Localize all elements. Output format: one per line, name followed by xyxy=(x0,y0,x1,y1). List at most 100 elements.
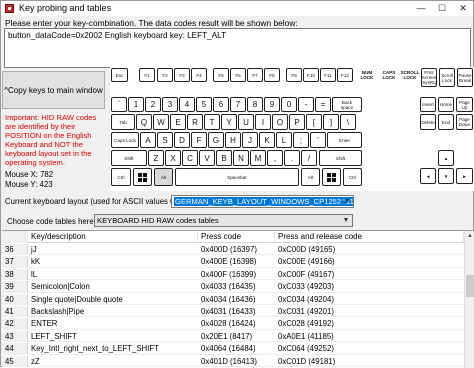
scroll-up-icon[interactable]: ▲ xyxy=(465,231,474,241)
key-row2-10[interactable]: [ xyxy=(306,114,322,130)
key-output-field[interactable]: button_dataCode=0x2002 English keyboard … xyxy=(4,28,471,68)
key-row1-11[interactable]: - xyxy=(298,97,314,112)
key-left-windows[interactable] xyxy=(133,168,152,186)
key-right-ctrl[interactable]: Ctrl xyxy=(343,168,362,186)
key-row2-9[interactable]: P xyxy=(289,114,305,130)
key-insert[interactable]: Insert xyxy=(420,97,436,112)
table-row[interactable]: 39 Semicolon|Colon 0x4033 (16435) 0xC033 (4… xyxy=(2,281,464,293)
key-row1-7[interactable]: 7 xyxy=(230,97,246,112)
key-row1-5[interactable]: 5 xyxy=(196,97,212,112)
key-enter[interactable]: Enter xyxy=(327,132,362,148)
key-row3-4[interactable]: G xyxy=(208,132,224,148)
key-row2-4[interactable]: T xyxy=(204,114,220,130)
key-row3-8[interactable]: L xyxy=(276,132,292,148)
key-row3-6[interactable]: J xyxy=(242,132,258,148)
key-row2-0[interactable]: Q xyxy=(136,114,152,130)
key-page-down[interactable]: Page Down xyxy=(456,114,473,130)
key-row2-12[interactable]: \ xyxy=(340,114,356,130)
key-row1-8[interactable]: 8 xyxy=(247,97,263,112)
key-left-alt[interactable]: Alt xyxy=(154,168,173,186)
key-row2-2[interactable]: E xyxy=(170,114,186,130)
key-row4-9[interactable]: / xyxy=(301,150,317,166)
key-scroll-lock[interactable]: Scroll Lock xyxy=(439,68,455,87)
key-row3-0[interactable]: A xyxy=(140,132,156,148)
key-row1-6[interactable]: 6 xyxy=(213,97,229,112)
key-row1-1[interactable]: 1 xyxy=(128,97,144,112)
table-row[interactable]: 40 Single quote|Double quote 0x4034 (16436… xyxy=(2,293,464,305)
key-row4-6[interactable]: M xyxy=(250,150,266,166)
key-row3-2[interactable]: D xyxy=(174,132,190,148)
key-f6[interactable]: F6 xyxy=(230,68,246,82)
key-left-ctrl[interactable]: Ctrl xyxy=(111,168,131,186)
key-left-shift[interactable]: Shift xyxy=(111,150,147,166)
key-f11[interactable]: F11 xyxy=(320,68,336,82)
key-row3-3[interactable]: F xyxy=(191,132,207,148)
key-row3-10[interactable]: ' xyxy=(310,132,326,148)
key-row4-2[interactable]: C xyxy=(182,150,198,166)
key-backspace[interactable]: Back space xyxy=(332,97,362,112)
key-row4-0[interactable]: Z xyxy=(148,150,164,166)
key-row3-9[interactable]: ; xyxy=(293,132,309,148)
key-arrow-up[interactable]: ▲ xyxy=(438,150,454,166)
key-arrow-right[interactable]: ► xyxy=(456,168,473,184)
key-caps-lock[interactable]: Caps Lock xyxy=(111,132,139,148)
key-f10[interactable]: F10 xyxy=(303,68,319,82)
table-scrollbar[interactable]: ▲ xyxy=(464,231,474,368)
key-row1-9[interactable]: 9 xyxy=(264,97,280,112)
key-row4-7[interactable]: , xyxy=(267,150,283,166)
key-spacebar[interactable]: Spacebar xyxy=(175,168,299,186)
scroll-thumb[interactable] xyxy=(466,275,474,297)
key-row4-3[interactable]: V xyxy=(199,150,215,166)
key-row4-4[interactable]: B xyxy=(216,150,232,166)
key-row1-4[interactable]: 4 xyxy=(179,97,195,112)
table-row[interactable]: 41 Backslash|Pipe 0x4031 (16433) 0xC031 (49… xyxy=(2,306,464,318)
key-f12[interactable]: F12 xyxy=(337,68,353,82)
key-print-screen[interactable]: Print Screen SysRq xyxy=(421,68,437,87)
key-row4-5[interactable]: N xyxy=(233,150,249,166)
key-right-windows[interactable] xyxy=(322,168,341,186)
header-key-description[interactable]: Key/description xyxy=(28,231,198,243)
key-row3-5[interactable]: H xyxy=(225,132,241,148)
table-row[interactable]: 38 lL 0x400F (16399) 0xC00F (49167) xyxy=(2,268,464,281)
key-row2-6[interactable]: U xyxy=(238,114,254,130)
key-arrow-down[interactable]: ▼ xyxy=(438,168,454,184)
key-row3-7[interactable]: K xyxy=(259,132,275,148)
copy-keys-button[interactable]: ^Copy keys to main window xyxy=(2,71,105,109)
key-row2-5[interactable]: Y xyxy=(221,114,237,130)
key-row4-8[interactable]: . xyxy=(284,150,300,166)
key-arrow-left[interactable]: ◄ xyxy=(420,168,436,184)
key-row1-2[interactable]: 2 xyxy=(145,97,161,112)
key-row1-12[interactable]: = xyxy=(315,97,331,112)
close-button[interactable]: ✕ xyxy=(455,1,471,15)
table-row[interactable]: 45 zZ 0x401D (16413) 0xC01D (49181) xyxy=(2,355,464,367)
key-row1-3[interactable]: 3 xyxy=(162,97,178,112)
maximize-button[interactable]: ☐ xyxy=(434,1,450,15)
key-row4-1[interactable]: X xyxy=(165,150,181,166)
header-press-release-code[interactable]: Press and release code xyxy=(275,231,464,243)
key-f2[interactable]: F2 xyxy=(157,68,173,82)
key-right-shift[interactable]: Shift xyxy=(319,150,362,166)
key-row2-8[interactable]: O xyxy=(272,114,288,130)
table-row[interactable]: 44 Key_Intl_right_next_to_LEFT_SHIFT 0x406… xyxy=(2,343,464,355)
key-right-alt[interactable]: Alt xyxy=(301,168,320,186)
key-delete[interactable]: Delete xyxy=(420,114,436,130)
key-f5[interactable]: F5 xyxy=(213,68,229,82)
key-row2-7[interactable]: I xyxy=(255,114,271,130)
key-f7[interactable]: F7 xyxy=(247,68,263,82)
key-row1-0[interactable]: ` xyxy=(111,97,127,112)
table-row[interactable]: 36 jJ 0x400D (16397) 0xC00D (49165) xyxy=(2,244,464,256)
key-pause[interactable]: Pause Break xyxy=(457,68,473,87)
table-row[interactable]: 37 kK 0x400E (16398) 0xC00E (49166) xyxy=(2,256,464,268)
key-row2-1[interactable]: W xyxy=(153,114,169,130)
code-tables-select[interactable]: KEYBOARD HID RAW codes tables ▼ xyxy=(94,214,353,227)
key-row1-10[interactable]: 0 xyxy=(281,97,297,112)
key-esc[interactable]: Esc xyxy=(111,68,128,82)
key-f9[interactable]: F9 xyxy=(286,68,302,82)
key-f1[interactable]: F1 xyxy=(139,68,155,82)
key-end[interactable]: End xyxy=(438,114,454,130)
key-row2-11[interactable]: ] xyxy=(323,114,339,130)
key-row2-3[interactable]: R xyxy=(187,114,203,130)
minimize-button[interactable]: — xyxy=(413,1,429,15)
table-row[interactable]: 42 ENTER 0x4028 (16424) 0xC028 (49192) xyxy=(2,318,464,330)
key-f4[interactable]: F4 xyxy=(191,68,207,82)
